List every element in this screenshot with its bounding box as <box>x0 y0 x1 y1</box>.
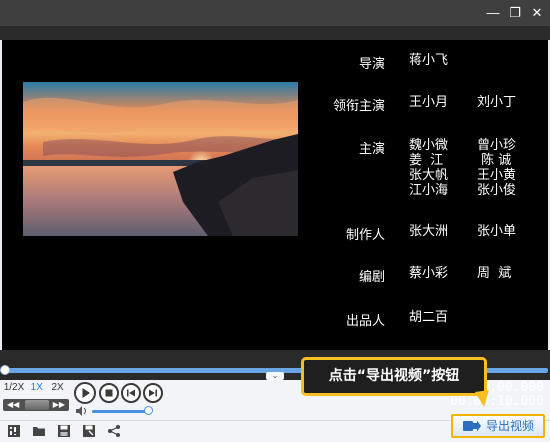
fast-forward-icon[interactable]: ▶▶ <box>53 399 65 411</box>
callout-text: 点击“导出视频”按钮 <box>328 368 460 384</box>
credit-name: 胡二百 <box>409 310 449 325</box>
export-video-label: 导出视频 <box>486 419 535 433</box>
credits-panel: 导演 蒋小飞 领衔主演 王小月 刘小丁 主演 魏小微 姜 江 张大帆 江小海 曾… <box>302 40 548 350</box>
export-icon <box>463 420 481 432</box>
credit-role: 编剧 <box>358 270 385 285</box>
credit-name: 曾小珍 陈 诚 王小黄 张小俊 <box>477 138 517 198</box>
restore-icon[interactable]: ❐ <box>506 4 524 22</box>
share-icon[interactable] <box>107 424 121 438</box>
previous-frame-button[interactable] <box>121 383 141 403</box>
close-icon[interactable]: ✕ <box>528 4 546 22</box>
next-icon <box>149 389 157 397</box>
folder-icon[interactable] <box>32 424 46 438</box>
video-thumbnail <box>23 82 298 236</box>
video-preview[interactable]: 导演 蒋小飞 领衔主演 王小月 刘小丁 主演 魏小微 姜 江 张大帆 江小海 曾… <box>2 40 548 350</box>
speed-option[interactable]: 1/2X <box>3 382 25 393</box>
credit-role: 出品人 <box>345 314 385 329</box>
credit-role: 领衔主演 <box>332 99 385 114</box>
settings-icon[interactable] <box>7 424 21 438</box>
rewind-icon[interactable]: ◀◀ <box>7 399 19 411</box>
credit-role: 制作人 <box>345 228 385 243</box>
credit-name: 魏小微 姜 江 张大帆 江小海 <box>409 138 449 198</box>
credit-name: 蒋小飞 <box>409 53 449 68</box>
export-video-button[interactable]: 导出视频 <box>451 414 545 438</box>
credit-name: 张大洲 <box>409 224 449 239</box>
play-button[interactable] <box>74 382 96 404</box>
speed-selector: 1/2X 1X 2X <box>3 382 67 396</box>
top-strip <box>0 26 550 40</box>
save-as-icon[interactable] <box>82 424 96 438</box>
speed-option[interactable]: 1X <box>28 382 46 393</box>
chevron-down-icon[interactable]: ⌄ <box>266 372 284 380</box>
volume-icon[interactable] <box>76 406 88 416</box>
total-time: 00:00:10.000 <box>450 394 544 409</box>
title-bar: — ❐ ✕ <box>0 0 550 26</box>
next-frame-button[interactable] <box>143 383 163 403</box>
minimize-icon[interactable]: — <box>484 4 502 22</box>
speed-option[interactable]: 2X <box>49 382 67 393</box>
callout-arrow <box>474 390 492 408</box>
play-icon <box>82 388 90 398</box>
prev-icon <box>127 389 135 397</box>
credit-name: 张小单 <box>477 224 517 239</box>
credit-name: 王小月 <box>409 95 449 110</box>
credit-name: 周 斌 <box>477 266 512 281</box>
credit-name: 蔡小彩 <box>409 266 449 281</box>
speed-slider-thumb[interactable] <box>25 400 49 410</box>
stop-icon <box>105 389 113 397</box>
credit-role: 导演 <box>358 57 385 72</box>
volume-slider[interactable] <box>92 410 148 413</box>
seek-handle[interactable] <box>0 365 10 375</box>
stop-button[interactable] <box>99 383 119 403</box>
save-icon[interactable] <box>57 424 71 438</box>
credit-name: 刘小丁 <box>477 95 517 110</box>
callout-tooltip: 点击“导出视频”按钮 <box>301 357 487 396</box>
speed-slider[interactable]: ◀◀ ▶▶ <box>3 399 69 411</box>
volume-handle[interactable] <box>144 406 153 415</box>
credit-role: 主演 <box>358 142 385 157</box>
